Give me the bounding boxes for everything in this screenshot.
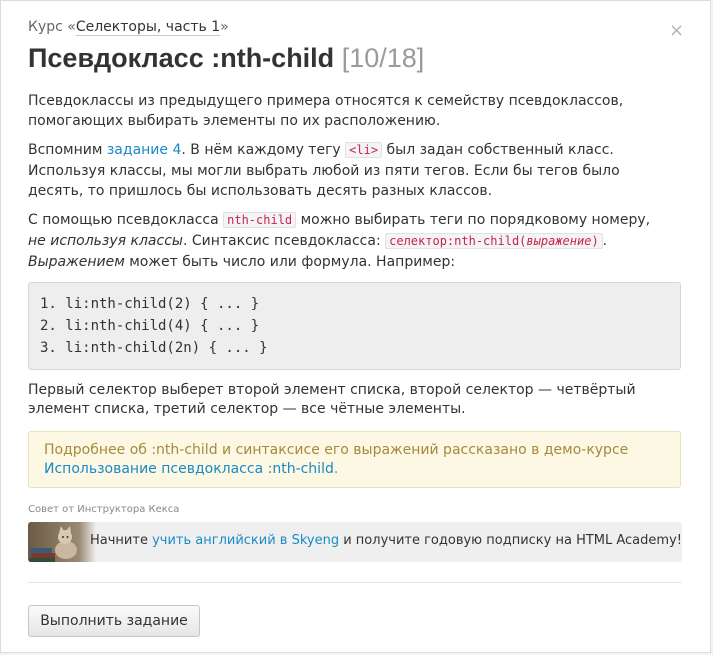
task-4-link[interactable]: задание 4 <box>107 142 182 158</box>
code-line: 1. li:nth-child(2) { ... } <box>40 296 260 312</box>
promo-text-2: и получите годовую подписку на HTML Acad… <box>339 533 682 548</box>
explanation-paragraph: Первый селектор выберет второй элемент с… <box>28 382 636 417</box>
promo-text-1: Начните <box>90 533 153 548</box>
li-tag-code: <li> <box>345 142 383 158</box>
tip-label: Совет от Инструктора Кекса <box>28 504 180 515</box>
syntax-code: селектор:nth-child(выражение) <box>385 233 603 249</box>
breadcrumb-prefix: Курс « <box>28 19 76 35</box>
task-modal: × Курс «Селекторы, часть 1» Псевдокласс … <box>0 0 711 653</box>
syntax-emphasis-1: не используя классы <box>28 233 183 249</box>
syntax-paragraph: С помощью псевдокласса nth-child можно в… <box>28 210 678 273</box>
nth-child-code: nth-child <box>223 212 297 228</box>
demo-course-note: Подробнее об :nth-child и синтаксисе его… <box>28 431 681 488</box>
intro-paragraph: Псевдоклассы из предыдущего примера отно… <box>28 93 624 129</box>
code-example: 1. li:nth-child(2) { ... } 2. li:nth-chi… <box>28 282 681 370</box>
skyeng-link[interactable]: учить английский в Skyeng <box>152 533 339 548</box>
close-icon[interactable]: × <box>669 21 684 41</box>
syntax-text-5: может быть число или формула. Например: <box>124 254 456 270</box>
recall-text-2: . В нём каждому тегу <box>181 142 346 158</box>
breadcrumb-course-link[interactable]: Селекторы, часть 1 <box>75 19 221 36</box>
syntax-emphasis-2: Выражением <box>28 254 125 270</box>
note-text: Подробнее об :nth-child и синтаксисе его… <box>44 442 629 458</box>
breadcrumb-suffix: » <box>220 19 229 35</box>
syntax-text-4: . <box>602 233 608 249</box>
task-counter: [10/18] <box>341 43 425 73</box>
recall-paragraph: Вспомним задание 4. В нём каждому тегу <… <box>28 140 678 202</box>
divider <box>28 582 682 583</box>
page-title: Псевдокласс :nth-child [10/18] <box>28 43 424 74</box>
demo-course-link[interactable]: Использование псевдокласса :nth-child <box>44 461 334 477</box>
cat-with-books-image <box>28 522 96 562</box>
syntax-text-2: можно выбирать теги по порядковому номер… <box>296 212 651 228</box>
promo-banner: Начните учить английский в Skyeng и полу… <box>28 522 682 562</box>
syntax-text-3: . Синтаксис псевдокласса: <box>182 233 386 249</box>
code-line: 3. li:nth-child(2n) { ... } <box>40 340 268 356</box>
promo-text: Начните учить английский в Skyeng и полу… <box>90 533 682 548</box>
code-line: 2. li:nth-child(4) { ... } <box>40 318 260 334</box>
complete-task-button[interactable]: Выполнить задание <box>28 605 200 637</box>
breadcrumb: Курс «Селекторы, часть 1» <box>28 19 229 36</box>
note-end: . <box>333 461 339 477</box>
title-text: Псевдокласс :nth-child <box>28 43 335 73</box>
syntax-text-1: С помощью псевдокласса <box>28 212 224 228</box>
recall-text-1: Вспомним <box>28 142 107 158</box>
